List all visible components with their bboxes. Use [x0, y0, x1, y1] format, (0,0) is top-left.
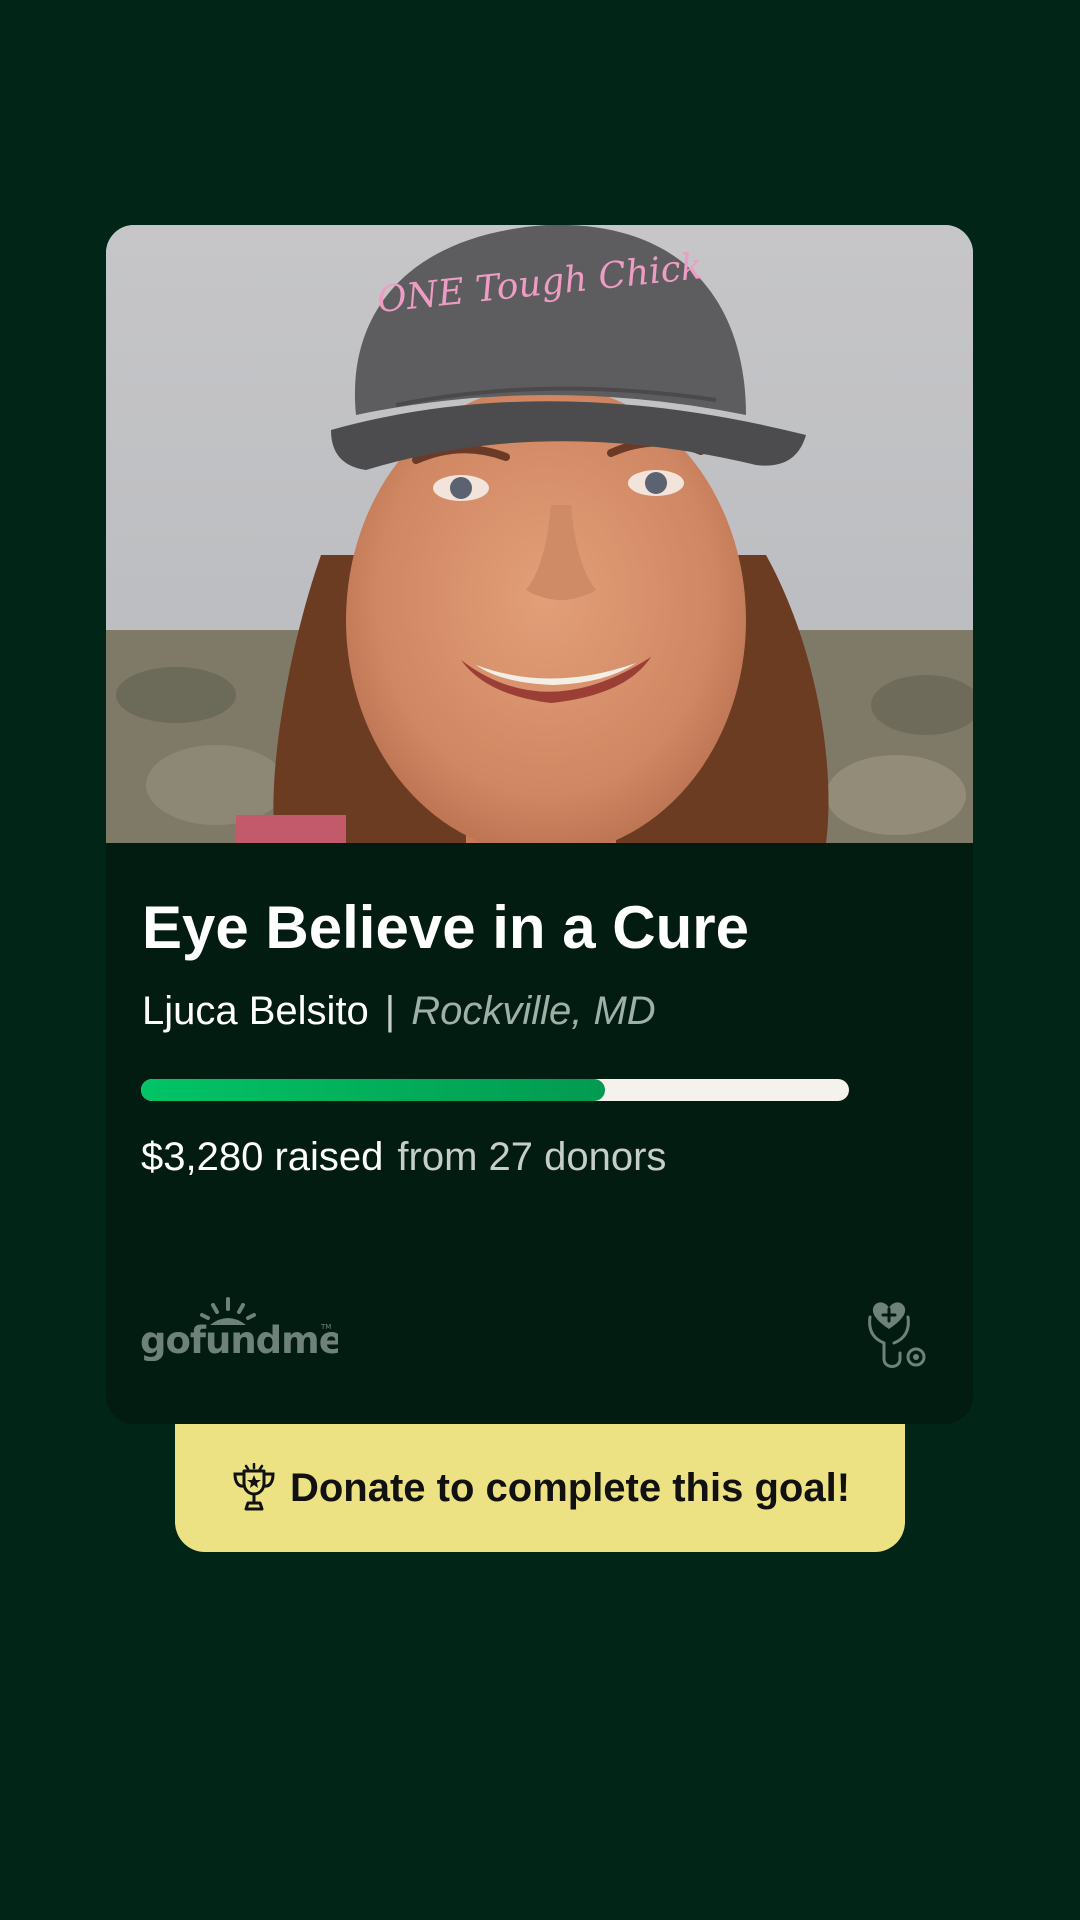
location: Rockville, MD [411, 989, 656, 1033]
funding-stats: $3,280 raised from 27 donors [141, 1135, 666, 1180]
amount-raised: $3,280 raised [141, 1135, 384, 1179]
svg-text:TM: TM [320, 1323, 331, 1331]
svg-text:gofundme: gofundme [140, 1319, 338, 1361]
donate-button-label: Donate to complete this goal! [289, 1465, 851, 1510]
organizer-name: Ljuca Belsito [142, 989, 369, 1033]
fundraiser-info: Eye Believe in a Cure Ljuca Belsito | Rock… [106, 843, 973, 1424]
donate-button[interactable]: Donate to complete this goal! [175, 1424, 905, 1552]
heart-stethoscope-icon [868, 1302, 926, 1368]
meta-separator: | [384, 989, 396, 1033]
donor-count: from 27 donors [397, 1135, 667, 1179]
progress-bar [141, 1079, 849, 1101]
trophy-icon [233, 1463, 275, 1511]
fundraiser-title[interactable]: Eye Believe in a Cure [142, 893, 749, 962]
fundraiser-photo: ONE Tough Chick [106, 225, 973, 843]
gofundme-logo: gofundme TM [140, 1297, 338, 1361]
organizer-line: Ljuca Belsito | Rockville, MD [142, 989, 656, 1034]
progress-bar-fill [141, 1079, 605, 1101]
fundraiser-card[interactable]: ONE Tough Chick Eye Believe in a Cure Lj… [106, 225, 973, 1424]
